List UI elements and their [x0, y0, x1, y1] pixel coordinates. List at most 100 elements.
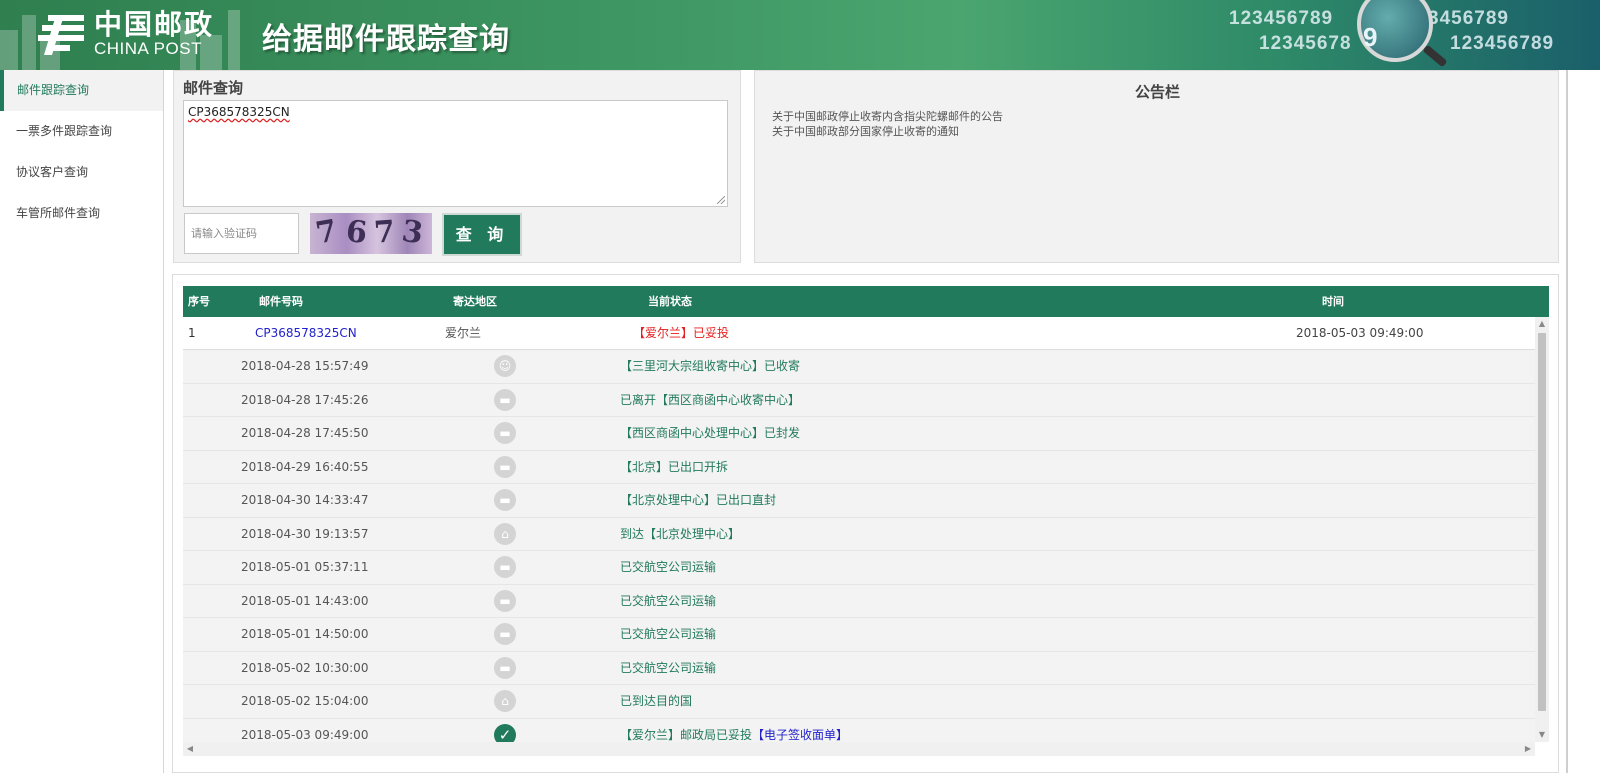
list-item: 2018-05-02 10:30:00 ▬ 已交航空公司运输 — [183, 652, 1535, 685]
row-destination: 爱尔兰 — [445, 326, 482, 340]
detail-time: 2018-05-02 10:30:00 — [241, 660, 369, 675]
arrival-icon: ⌂ — [494, 522, 516, 545]
scroll-right-arrow-icon[interactable]: ▶ — [1521, 742, 1535, 756]
list-item: 2018-04-30 19:13:57 ⌂ 到达【北京处理中心】 — [183, 518, 1535, 551]
sidebar-item-vehicle-office-mail[interactable]: 车管所邮件查询 — [0, 193, 163, 234]
list-item: 2018-05-01 05:37:11 ▬ 已交航空公司运输 — [183, 551, 1535, 585]
list-item: 2018-04-30 14:33:47 ▬ 【北京处理中心】已出口直封 — [183, 484, 1535, 518]
e-signature-receipt-link[interactable]: 【电子签收面单】 — [752, 728, 848, 742]
captcha-char: 7 — [372, 214, 397, 251]
row-mail-no-link[interactable]: CP368578325CN — [255, 317, 357, 350]
captcha-char: 7 — [313, 213, 340, 252]
notice-board-panel: 公告栏 关于中国邮政停止收寄内含指尖陀螺邮件的公告 关于中国邮政部分国家停止收寄… — [754, 70, 1559, 263]
textarea-resize-grip[interactable] — [717, 196, 725, 204]
page-title: 给据邮件跟踪查询 — [262, 22, 510, 57]
captcha-image[interactable]: 7 6 7 3 — [310, 213, 432, 254]
detail-text: 已交航空公司运输 — [620, 660, 717, 675]
detail-time: 2018-04-30 19:13:57 — [241, 526, 369, 541]
china-post-emblem-icon — [38, 15, 84, 55]
truck-icon: ▬ — [494, 589, 516, 612]
list-item: 2018-05-03 09:49:00 ✓ 【爱尔兰】邮政局已妥投【电子签收面单… — [183, 719, 1535, 743]
detail-text: 已交航空公司运输 — [620, 593, 717, 608]
detail-time: 2018-05-02 15:04:00 — [241, 694, 369, 708]
header-mail-no: 邮件号码 — [259, 295, 303, 308]
detail-text: 已离开【西区商函中心收寄中心】 — [620, 392, 801, 407]
row-time: 2018-05-03 09:49:00 — [1296, 326, 1424, 340]
scroll-down-arrow-icon[interactable]: ▼ — [1535, 728, 1549, 742]
notice-link[interactable]: 关于中国邮政部分国家停止收寄的通知 — [772, 124, 1003, 139]
detail-text: 【西区商函中心处理中心】已封发 — [620, 426, 801, 440]
detail-text: 已交航空公司运输 — [620, 560, 717, 574]
sidebar-item-mail-tracking[interactable]: 邮件跟踪查询 — [0, 70, 163, 111]
detail-text: 【北京】已出口开拆 — [620, 459, 729, 474]
decorative-number: 123456789 — [1450, 33, 1555, 54]
detail-time: 2018-05-03 09:49:00 — [241, 727, 369, 742]
header-no: 序号 — [188, 295, 210, 308]
header-time: 时间 — [1322, 295, 1344, 308]
list-item: 2018-04-28 17:45:50 ▬ 【西区商函中心处理中心】已封发 — [183, 417, 1535, 451]
scrollbar-thumb[interactable] — [1538, 333, 1546, 711]
list-item: 2018-04-28 15:57:49 ☺ 【三里河大宗组收寄中心】已收寄 — [183, 350, 1535, 384]
list-item: 2018-04-28 17:45:26 ▬ 已离开【西区商函中心收寄中心】 — [183, 384, 1535, 417]
logo-chinese-text: 中国邮政 — [94, 8, 215, 41]
detail-time: 2018-04-28 17:45:26 — [241, 392, 369, 407]
truck-icon: ▬ — [494, 455, 516, 478]
captcha-char: 3 — [399, 213, 426, 252]
results-table-header: 序号 邮件号码 寄达地区 当前状态 时间 — [183, 286, 1549, 317]
results-vertical-scrollbar[interactable]: ▲ ▼ — [1535, 317, 1549, 742]
detail-text: 已交航空公司运输 — [620, 627, 717, 641]
magnifier-digit: 9 — [1363, 22, 1378, 52]
detail-time: 2018-04-29 16:40:55 — [241, 459, 369, 474]
mail-query-panel: 邮件查询 CP368578325CN 请输入验证码 7 6 7 3 查 询 — [173, 70, 741, 263]
truck-icon: ▬ — [494, 623, 516, 645]
detail-time: 2018-05-01 14:50:00 — [241, 627, 369, 641]
captcha-input[interactable]: 请输入验证码 — [184, 213, 299, 254]
detail-time: 2018-05-01 05:37:11 — [241, 560, 369, 574]
scroll-up-arrow-icon[interactable]: ▲ — [1535, 317, 1549, 331]
decorative-number: 123456789 — [1229, 8, 1334, 29]
list-item: 2018-05-02 15:04:00 ⌂ 已到达目的国 — [183, 685, 1535, 719]
table-row-main[interactable]: 1 CP368578325CN 爱尔兰 【爱尔兰】已妥投 2018-05-03 … — [183, 317, 1549, 350]
captcha-char: 6 — [344, 214, 369, 251]
query-panel-title: 邮件查询 — [183, 79, 244, 97]
scroll-left-arrow-icon[interactable]: ◀ — [183, 742, 197, 756]
decorative-number: 12345678 — [1259, 33, 1352, 54]
detail-time: 2018-04-28 15:57:49 — [241, 359, 369, 373]
tracking-detail-list[interactable]: 2018-04-28 15:57:49 ☺ 【三里河大宗组收寄中心】已收寄 20… — [183, 350, 1535, 742]
detail-text: 【爱尔兰】邮政局已妥投【电子签收面单】 — [620, 719, 848, 743]
sidebar-item-multi-piece-tracking[interactable]: 一票多件跟踪查询 — [0, 111, 163, 152]
list-item: 2018-05-01 14:50:00 ▬ 已交航空公司运输 — [183, 618, 1535, 652]
header-destination: 寄达地区 — [453, 295, 497, 308]
detail-time: 2018-04-30 14:33:47 — [241, 493, 369, 507]
row-no: 1 — [188, 326, 196, 340]
list-item: 2018-05-01 14:43:00 ▬ 已交航空公司运输 — [183, 585, 1535, 618]
detail-text: 已到达目的国 — [620, 694, 693, 708]
mail-number-textarea[interactable]: CP368578325CN — [183, 100, 728, 207]
truck-icon: ▬ — [494, 556, 516, 578]
results-horizontal-scrollbar[interactable]: ◀ ▶ — [183, 742, 1535, 756]
logo-english-text: CHINA POST — [94, 39, 202, 58]
row-status: 【爱尔兰】已妥投 — [633, 326, 730, 340]
page-vertical-scrollbar[interactable] — [1566, 70, 1568, 773]
notice-board-title: 公告栏 — [1134, 83, 1180, 101]
tracking-results-box: 序号 邮件号码 寄达地区 当前状态 时间 1 CP368578325CN 爱尔兰… — [172, 274, 1559, 773]
query-button[interactable]: 查 询 — [442, 213, 522, 256]
page-header: 中国邮政 CHINA POST 给据邮件跟踪查询 123456789 12345… — [0, 0, 1600, 70]
decorative-number: 3456789 — [1428, 8, 1509, 29]
detail-text: 【北京处理中心】已出口直封 — [620, 493, 777, 507]
mail-number-value: CP368578325CN — [188, 105, 290, 119]
china-post-logo[interactable]: 中国邮政 CHINA POST — [36, 10, 214, 58]
notice-link[interactable]: 关于中国邮政停止收寄内含指尖陀螺邮件的公告 — [772, 109, 1003, 124]
sidebar-item-agreement-customer[interactable]: 协议客户查询 — [0, 152, 163, 193]
detail-time: 2018-04-28 17:45:50 — [241, 426, 369, 440]
detail-text-main: 【爱尔兰】邮政局已妥投 — [620, 727, 753, 742]
checkmark-icon: ✓ — [494, 723, 516, 742]
courier-icon: ☺ — [494, 355, 516, 377]
sidebar: 邮件跟踪查询 一票多件跟踪查询 协议客户查询 车管所邮件查询 — [0, 70, 164, 773]
arrival-icon: ⌂ — [494, 690, 516, 712]
detail-time: 2018-05-01 14:43:00 — [241, 593, 369, 608]
truck-icon: ▬ — [494, 388, 516, 411]
header-status: 当前状态 — [648, 295, 692, 308]
truck-icon: ▬ — [494, 656, 516, 679]
list-item: 2018-04-29 16:40:55 ▬ 【北京】已出口开拆 — [183, 451, 1535, 484]
